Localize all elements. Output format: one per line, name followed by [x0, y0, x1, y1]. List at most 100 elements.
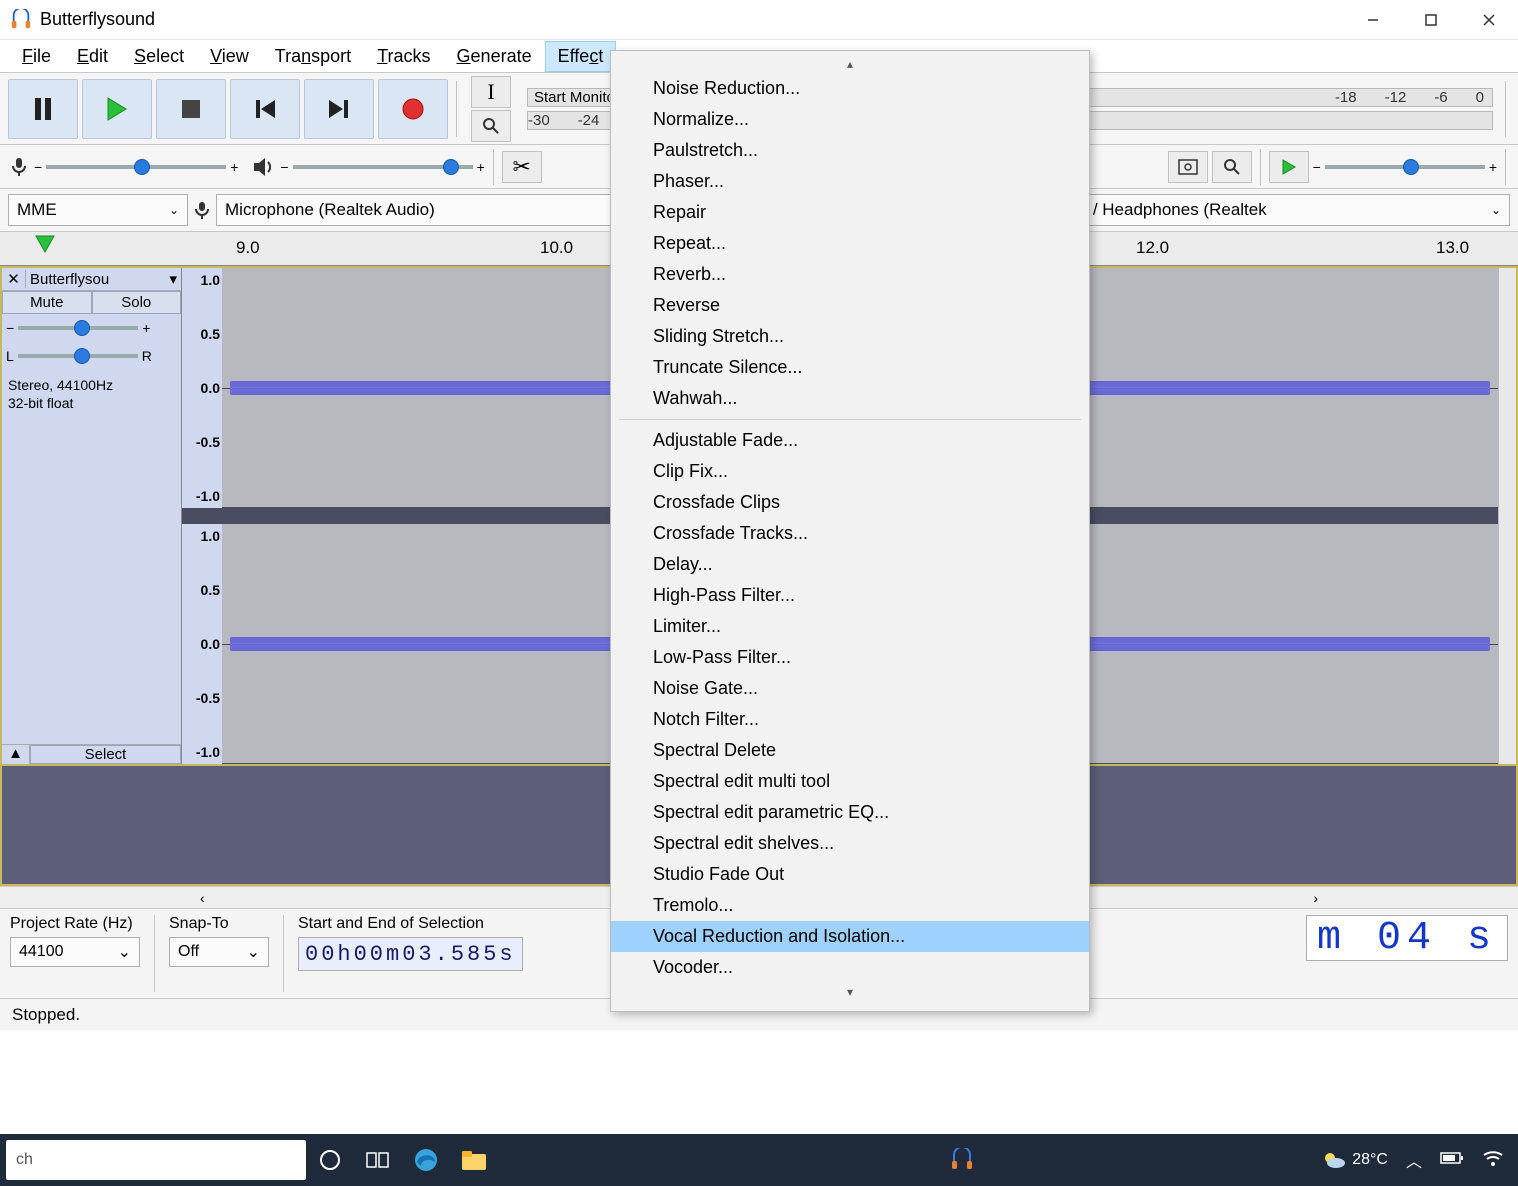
effect-menu-item[interactable]: Repeat... — [611, 228, 1089, 259]
taskbar-search[interactable]: ch — [6, 1140, 306, 1180]
track-format-info: Stereo, 44100Hz 32-bit float — [2, 370, 181, 744]
effect-menu-item[interactable]: Repair — [611, 197, 1089, 228]
effect-menu-item[interactable]: Studio Fade Out — [611, 859, 1089, 890]
effect-menu-item[interactable]: Delay... — [611, 549, 1089, 580]
menu-tracks[interactable]: Tracks — [365, 42, 442, 71]
track-control-panel: ✕ Butterflysou▾ Mute Solo −+ LR Stereo, … — [2, 268, 182, 764]
playback-volume-slider[interactable]: − + — [280, 159, 484, 175]
menu-generate[interactable]: Generate — [445, 42, 544, 71]
amp-scale: 1.0 — [184, 272, 220, 288]
windows-taskbar: ch 28°C ︿ — [0, 1134, 1518, 1186]
pan-slider[interactable]: LR — [2, 342, 181, 370]
file-explorer-icon[interactable] — [450, 1136, 498, 1184]
effect-menu-item[interactable]: Tremolo... — [611, 890, 1089, 921]
effect-menu-item[interactable]: Limiter... — [611, 611, 1089, 642]
titlebar: Butterflysound — [0, 0, 1518, 40]
cortana-icon[interactable] — [306, 1136, 354, 1184]
audacity-taskbar-icon[interactable] — [938, 1136, 986, 1184]
window-title: Butterflysound — [40, 9, 155, 30]
track-close-button[interactable]: ✕ — [2, 270, 26, 288]
effect-menu-item[interactable]: Crossfade Clips — [611, 487, 1089, 518]
battery-icon[interactable] — [1440, 1151, 1464, 1170]
vertical-scrollbar[interactable] — [1498, 268, 1516, 764]
system-tray: 28°C ︿ — [1322, 1148, 1518, 1172]
effect-menu-item[interactable]: Reverse — [611, 290, 1089, 321]
wifi-icon[interactable] — [1482, 1149, 1504, 1172]
menu-edit[interactable]: Edit — [65, 42, 120, 71]
effect-menu-item[interactable]: Crossfade Tracks... — [611, 518, 1089, 549]
play-button[interactable] — [82, 79, 152, 139]
playback-speed-slider[interactable]: − + — [1313, 159, 1497, 175]
ruler-tick: 13.0 — [1436, 238, 1469, 258]
weather-widget[interactable]: 28°C — [1322, 1150, 1388, 1170]
audio-host-select[interactable]: MME⌄ — [8, 194, 188, 226]
effect-menu-item[interactable]: Noise Reduction... — [611, 73, 1089, 104]
track-name-dropdown[interactable]: Butterflysou▾ — [26, 268, 181, 290]
microphone-icon — [192, 200, 212, 220]
effect-menu-item[interactable]: Wahwah... — [611, 383, 1089, 414]
effect-menu-item[interactable]: Low-Pass Filter... — [611, 642, 1089, 673]
cut-tool[interactable]: ✂ — [502, 151, 542, 183]
effect-menu-item[interactable]: Spectral edit shelves... — [611, 828, 1089, 859]
effect-menu-item[interactable]: Noise Gate... — [611, 673, 1089, 704]
effect-menu-item[interactable]: Vocoder... — [611, 952, 1089, 983]
effect-menu-item[interactable]: Truncate Silence... — [611, 352, 1089, 383]
zoom-fit-button[interactable] — [1168, 151, 1208, 183]
effect-menu-item[interactable]: Vocal Reduction and Isolation... — [611, 921, 1089, 952]
pause-button[interactable] — [8, 79, 78, 139]
effect-menu-item[interactable]: Phaser... — [611, 166, 1089, 197]
selection-start-time[interactable]: 00h00m03.585s — [298, 937, 523, 971]
tray-chevron-icon[interactable]: ︿ — [1406, 1148, 1422, 1172]
speaker-icon — [252, 156, 276, 178]
solo-button[interactable]: Solo — [92, 291, 182, 314]
playhead-icon[interactable] — [34, 234, 56, 261]
menu-scroll-down[interactable]: ▾ — [611, 983, 1089, 1001]
task-view-icon[interactable] — [354, 1136, 402, 1184]
play-at-speed-button[interactable] — [1269, 151, 1309, 183]
edge-icon[interactable] — [402, 1136, 450, 1184]
effect-menu-item[interactable]: Clip Fix... — [611, 456, 1089, 487]
effect-menu-item[interactable]: Adjustable Fade... — [611, 425, 1089, 456]
selection-range-label: Start and End of Selection — [298, 915, 523, 933]
menu-select[interactable]: Select — [122, 42, 196, 71]
effect-menu-item[interactable]: Notch Filter... — [611, 704, 1089, 735]
effect-menu-item[interactable]: Spectral edit multi tool — [611, 766, 1089, 797]
gain-slider[interactable]: −+ — [2, 314, 181, 342]
effect-menu-item[interactable]: Spectral edit parametric EQ... — [611, 797, 1089, 828]
zoom-tool[interactable] — [471, 110, 511, 142]
menu-transport[interactable]: Transport — [263, 42, 363, 71]
zoom-toggle-button[interactable] — [1212, 151, 1252, 183]
selection-tool[interactable]: I — [471, 76, 511, 108]
microphone-icon — [8, 156, 30, 178]
mute-button[interactable]: Mute — [2, 291, 92, 314]
project-rate-label: Project Rate (Hz) — [10, 915, 140, 933]
menu-scroll-up[interactable]: ▴ — [611, 55, 1089, 73]
effect-menu-item[interactable]: Sliding Stretch... — [611, 321, 1089, 352]
stop-button[interactable] — [156, 79, 226, 139]
menu-view[interactable]: View — [198, 42, 261, 71]
track-select-button[interactable]: Select — [30, 745, 181, 764]
menu-effect[interactable]: Effect — [546, 42, 616, 71]
recording-volume-slider[interactable]: − + — [34, 159, 238, 175]
maximize-button[interactable] — [1402, 0, 1460, 40]
playback-device-select[interactable]: kers / Headphones (Realtek⌄ — [1047, 194, 1510, 226]
project-rate-select[interactable]: 44100⌄ — [10, 937, 140, 967]
effect-menu-item[interactable]: Spectral Delete — [611, 735, 1089, 766]
effect-menu-item[interactable]: High-Pass Filter... — [611, 580, 1089, 611]
record-button[interactable] — [378, 79, 448, 139]
effect-menu-item[interactable]: Reverb... — [611, 259, 1089, 290]
audio-position-display[interactable]: m 04 s — [1306, 915, 1508, 961]
track-collapse-button[interactable]: ▲ — [2, 745, 30, 764]
skip-start-button[interactable] — [230, 79, 300, 139]
effect-menu-item[interactable]: Paulstretch... — [611, 135, 1089, 166]
minimize-button[interactable] — [1344, 0, 1402, 40]
menu-separator — [619, 419, 1081, 420]
snap-to-select[interactable]: Off⌄ — [169, 937, 269, 967]
app-icon — [10, 9, 32, 31]
menu-file[interactable]: File — [10, 42, 63, 71]
close-button[interactable] — [1460, 0, 1518, 40]
skip-end-button[interactable] — [304, 79, 374, 139]
ruler-tick: 12.0 — [1136, 238, 1169, 258]
effect-menu-item[interactable]: Normalize... — [611, 104, 1089, 135]
effect-menu-dropdown: ▴ Noise Reduction...Normalize...Paulstre… — [610, 50, 1090, 1012]
